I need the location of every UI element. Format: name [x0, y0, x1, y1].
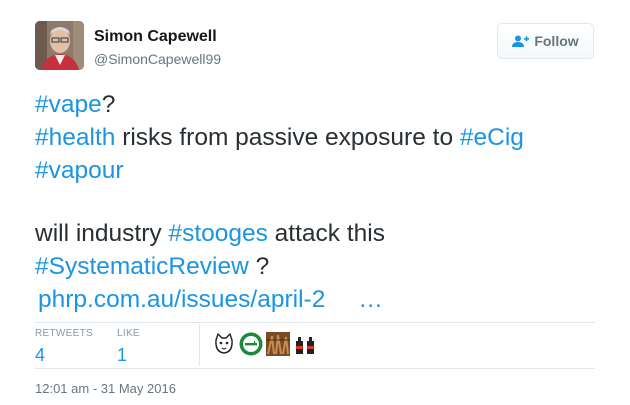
brown-pattern-avatar[interactable]: [266, 332, 290, 356]
green-badge-avatar[interactable]: [239, 332, 263, 356]
liker-avatars: [212, 332, 317, 356]
stats-divider: [199, 324, 200, 366]
tweet-line: #SystematicReview ?: [35, 250, 524, 283]
tweet-text-segment: ?: [101, 91, 116, 118]
tweet-line: #vapour: [35, 154, 524, 187]
cat-avatar[interactable]: [212, 332, 236, 356]
user-handle[interactable]: @SimonCapewell99: [94, 51, 221, 67]
hashtag-link[interactable]: #health: [35, 124, 115, 151]
tweet-text: #vape? #health risks from passive exposu…: [35, 88, 524, 316]
tweet-text-segment: risks from passive exposure to: [115, 124, 460, 151]
tweet-link[interactable]: phrp.com.au/issues/april-2: [38, 286, 325, 313]
likes-label: LIKE: [117, 328, 140, 339]
tweet-text-segment: will industry: [35, 220, 169, 247]
divider: [35, 368, 595, 369]
bottles-avatar[interactable]: [293, 332, 317, 356]
likes-count: 1: [117, 345, 128, 365]
likes-stat[interactable]: LIKE 1: [117, 328, 140, 366]
tweet-timestamp[interactable]: 12:01 am - 31 May 2016: [35, 381, 176, 396]
retweets-stat[interactable]: RETWEETS 4: [35, 328, 93, 366]
hashtag-link[interactable]: #vapour: [35, 157, 124, 184]
tweet-line: will industry #stooges attack this: [35, 217, 524, 250]
display-name[interactable]: Simon Capewell: [94, 28, 217, 46]
tweet-line: #vape?: [35, 88, 524, 121]
divider: [35, 322, 595, 323]
retweets-count: 4: [35, 345, 46, 365]
hashtag-link[interactable]: #vape: [35, 91, 102, 118]
tweet-text-segment: ?: [248, 253, 270, 280]
hashtag-link[interactable]: #stooges: [168, 220, 267, 247]
tweet-text-segment: attack this: [267, 220, 385, 247]
link-ellipsis[interactable]: …: [358, 286, 383, 313]
hashtag-link[interactable]: #SystematicReview: [35, 253, 249, 280]
avatar[interactable]: [35, 21, 84, 70]
retweets-label: RETWEETS: [35, 328, 93, 339]
follow-label: Follow: [534, 33, 579, 49]
add-user-icon: [512, 35, 530, 47]
hashtag-link[interactable]: #eCig: [460, 124, 524, 151]
tweet-line: #health risks from passive exposure to #…: [35, 121, 524, 154]
follow-button[interactable]: Follow: [497, 23, 594, 59]
